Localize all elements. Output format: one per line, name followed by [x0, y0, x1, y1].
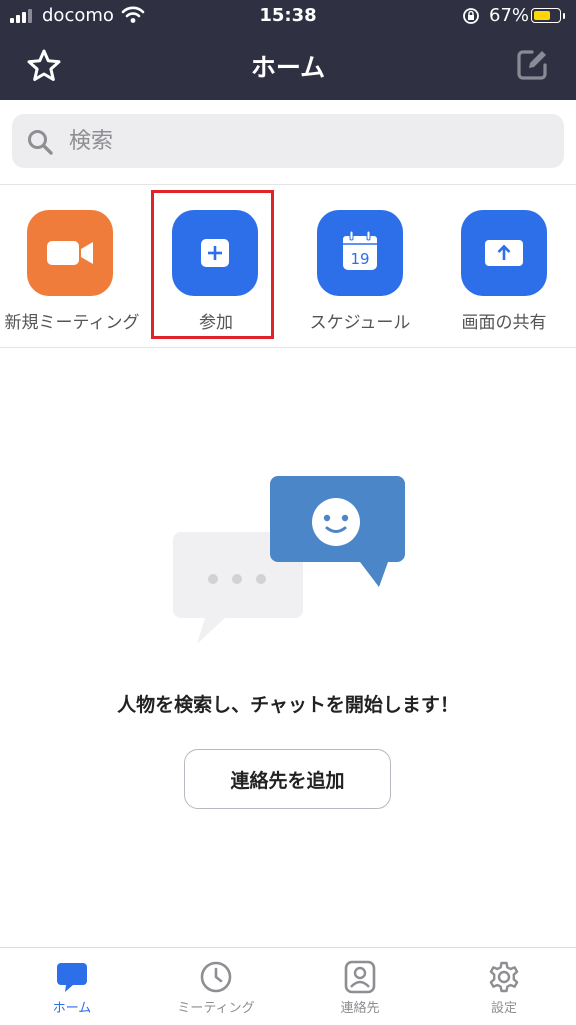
tab-contacts[interactable]: 連絡先: [288, 948, 432, 1025]
calendar-icon: 19: [343, 230, 377, 270]
edit-icon[interactable]: [514, 47, 550, 83]
share-screen-icon-box: [461, 210, 547, 296]
divider: [0, 184, 576, 185]
add-contact-button[interactable]: 連絡先を追加: [184, 749, 391, 809]
new-meeting-button[interactable]: 新規ミーティング: [0, 210, 144, 340]
battery-icon: [531, 8, 561, 23]
tab-home[interactable]: ホーム: [0, 948, 144, 1025]
divider: [0, 347, 576, 348]
new-meeting-icon-box: [27, 210, 113, 296]
share-screen-icon: [485, 240, 523, 266]
share-screen-button[interactable]: 画面の共有: [432, 210, 576, 340]
schedule-label: スケジュール: [309, 313, 411, 333]
tab-contacts-label: 連絡先: [340, 1001, 380, 1016]
gear-icon: [489, 961, 519, 993]
rotation-lock-icon: [463, 8, 479, 24]
page-title: ホーム: [250, 53, 326, 82]
search-bar[interactable]: [12, 114, 564, 168]
clock-icon: [200, 961, 232, 993]
schedule-button[interactable]: 19 スケジュール: [288, 210, 432, 340]
new-meeting-label: 新規ミーティング: [4, 313, 140, 333]
tab-meetings-label: ミーティング: [177, 1001, 255, 1016]
tab-home-label: ホーム: [52, 1001, 92, 1016]
tab-bar: ホーム ミーティング 連絡先 設定: [0, 947, 576, 1025]
tab-settings-label: 設定: [490, 1001, 517, 1016]
contact-icon: [344, 960, 376, 994]
search-input[interactable]: [69, 124, 509, 158]
app-header: docomo 15:38 67% ホーム: [0, 0, 576, 100]
status-bar: docomo 15:38 67%: [0, 0, 576, 32]
chat-illustration: [173, 476, 405, 644]
calendar-day: 19: [350, 250, 369, 268]
tab-settings[interactable]: 設定: [432, 948, 576, 1025]
tab-meetings[interactable]: ミーティング: [144, 948, 288, 1025]
video-camera-icon: [47, 241, 93, 265]
battery-percent: 67%: [489, 5, 530, 26]
search-icon: [28, 130, 53, 155]
battery-fill: [533, 10, 550, 20]
battery-cap: [563, 13, 565, 19]
highlight-box: [151, 190, 274, 339]
share-screen-label: 画面の共有: [461, 313, 547, 333]
empty-state-message: 人物を検索し、チャットを開始します！: [117, 694, 459, 716]
chat-bubble-icon: [57, 963, 87, 992]
schedule-icon-box: 19: [317, 210, 403, 296]
